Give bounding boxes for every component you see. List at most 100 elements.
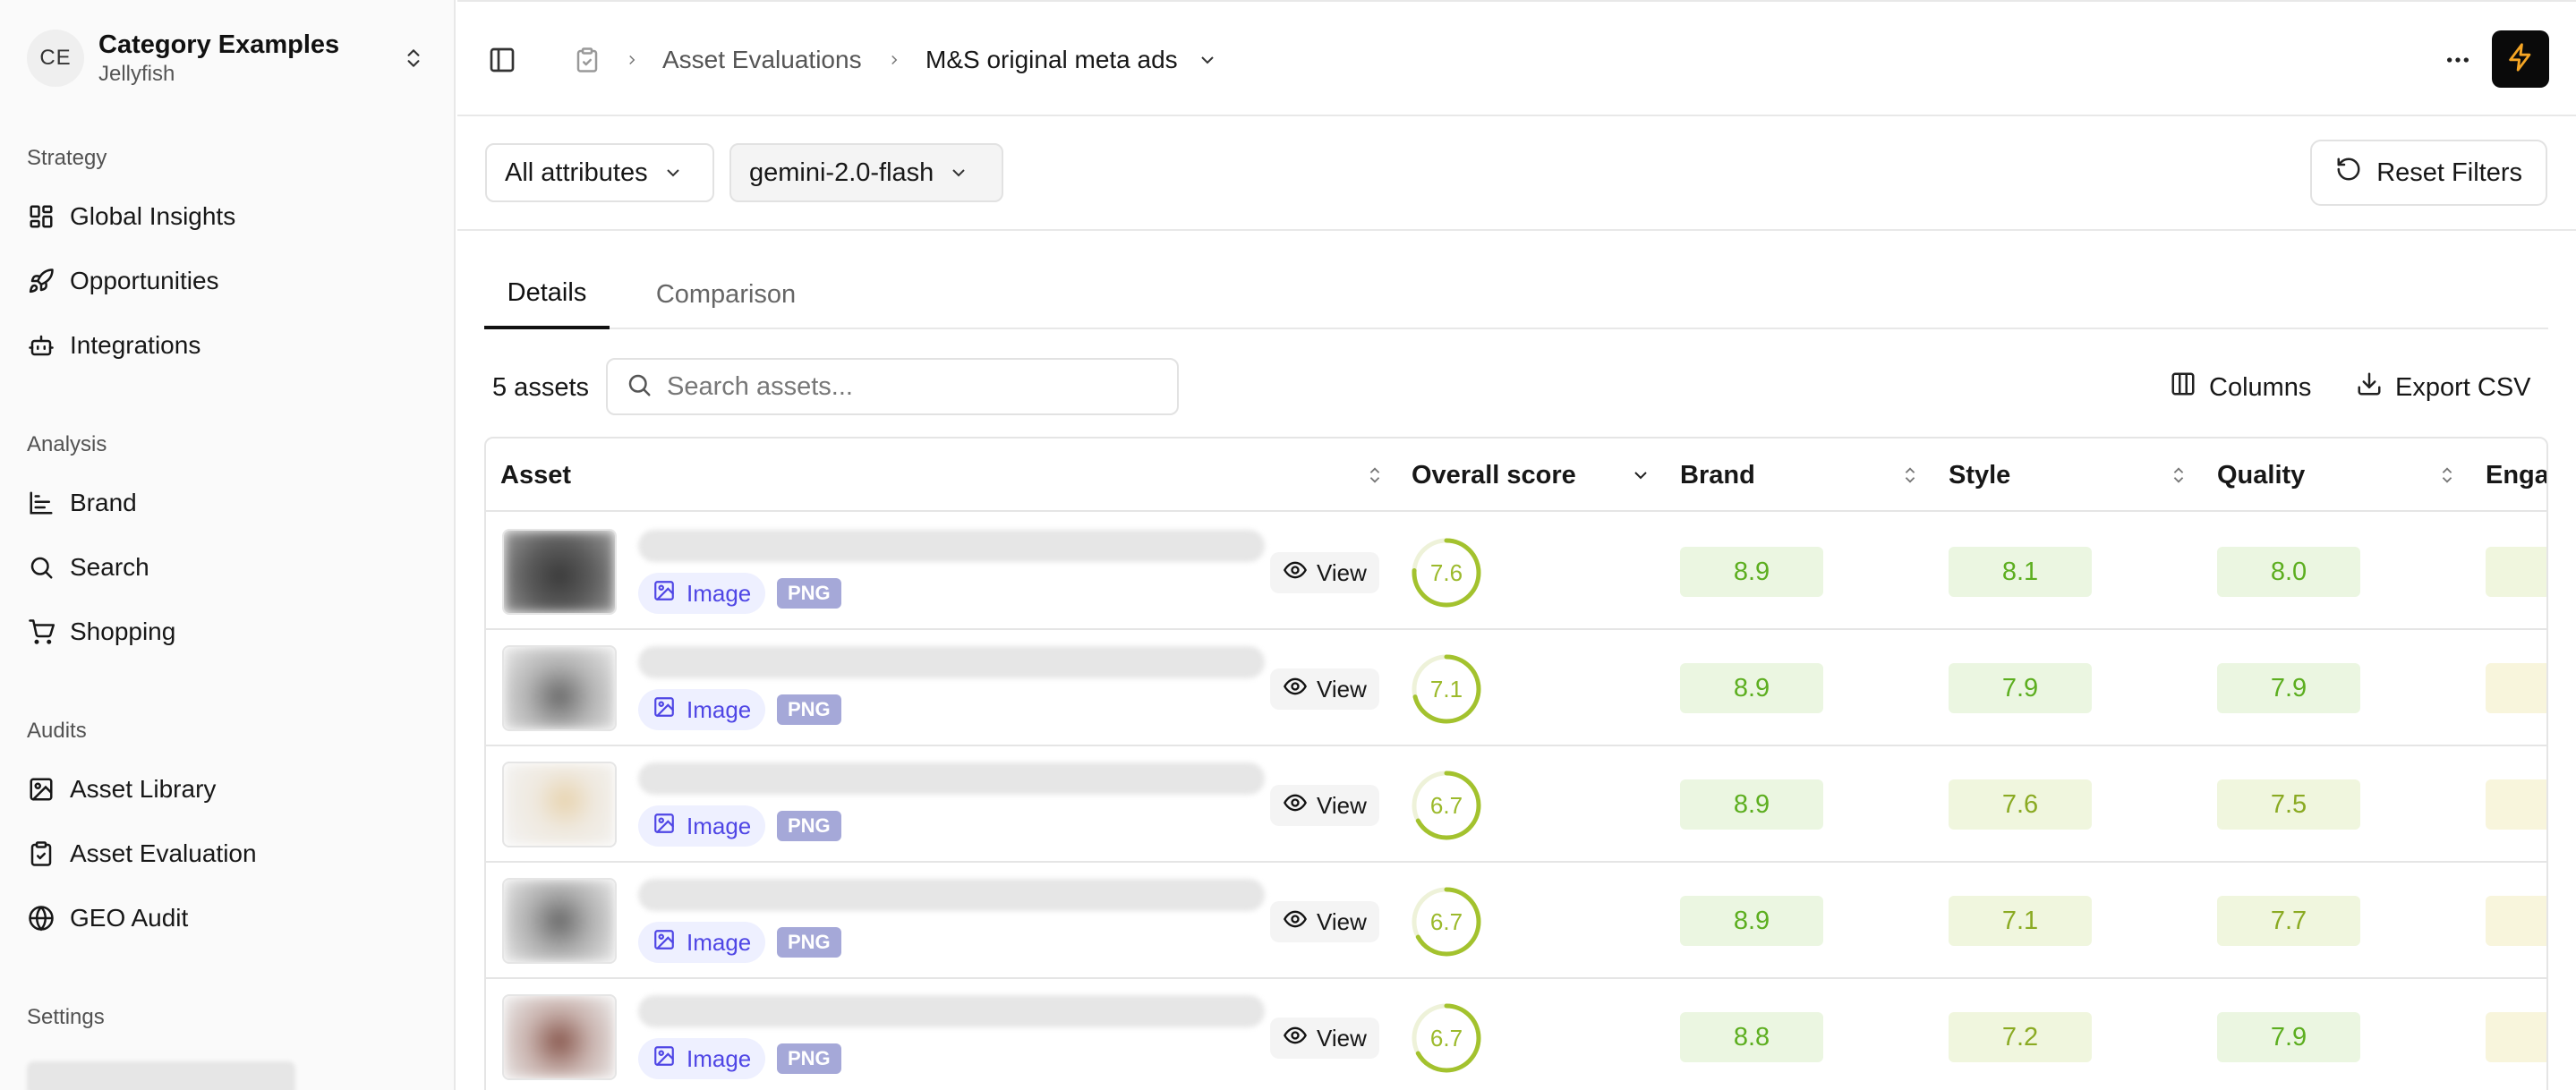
asset-name-redacted[interactable] xyxy=(638,646,1265,678)
attributes-dropdown-label: All attributes xyxy=(505,158,648,187)
overall-score-gauge: 6.7 xyxy=(1410,1001,1483,1075)
sidebar-item-search[interactable]: Search xyxy=(18,540,439,595)
sidebar-item-cutoff[interactable] xyxy=(27,1061,295,1090)
sidebar-item-asset-evaluation[interactable]: Asset Evaluation xyxy=(18,826,439,881)
sort-icon xyxy=(2169,464,2188,486)
sidebar-item-opportunities[interactable]: Opportunities xyxy=(18,253,439,309)
engagement-score: 6 xyxy=(2486,896,2546,946)
column-header-label: Brand xyxy=(1680,460,1755,490)
sidebar-item-global-insights[interactable]: Global Insights xyxy=(18,189,439,244)
assets-table: Asset Overall score Brand Style Quality … xyxy=(484,437,2548,1090)
model-dropdown[interactable]: gemini-2.0-flash xyxy=(729,143,1003,202)
chevron-down-icon xyxy=(1630,464,1651,486)
quality-score: 7.5 xyxy=(2217,779,2360,830)
search-box[interactable] xyxy=(606,358,1179,415)
view-button[interactable]: View xyxy=(1270,1018,1379,1059)
eye-icon xyxy=(1283,558,1308,589)
sidebar-item-geo-audit[interactable]: GEO Audit xyxy=(18,890,439,946)
column-header-style[interactable]: Style xyxy=(1949,439,2199,512)
overall-score-gauge: 7.1 xyxy=(1410,652,1483,726)
clipboard-check-icon xyxy=(27,839,55,868)
format-badge: PNG xyxy=(777,694,841,725)
column-header-brand[interactable]: Brand xyxy=(1680,439,1931,512)
asset-thumbnail[interactable] xyxy=(502,878,617,964)
column-header-label: Engag xyxy=(2486,460,2548,490)
overall-score-gauge: 6.7 xyxy=(1410,769,1483,842)
quality-score: 7.7 xyxy=(2217,896,2360,946)
asset-name-redacted[interactable] xyxy=(638,995,1265,1027)
search-input[interactable] xyxy=(667,371,1168,402)
column-header-quality[interactable]: Quality xyxy=(2217,439,2468,512)
sidebar-item-label: Search xyxy=(70,553,149,581)
sidebar-item-integrations[interactable]: Integrations xyxy=(18,318,439,373)
tab-bar: Details Comparison xyxy=(484,260,2548,329)
tab-details[interactable]: Details xyxy=(484,260,610,329)
asset-name-redacted[interactable] xyxy=(638,530,1265,562)
image-icon xyxy=(653,695,676,725)
view-button[interactable]: View xyxy=(1270,668,1379,710)
bolt-button[interactable] xyxy=(2492,30,2549,88)
tab-comparison[interactable]: Comparison xyxy=(636,260,815,329)
workspace-switcher[interactable]: CE Category Examples Jellyfish xyxy=(27,27,430,89)
image-icon xyxy=(653,579,676,609)
asset-name-redacted[interactable] xyxy=(638,762,1265,795)
table-row[interactable]: Image PNG View 7.1 8.9 7.9 7.9 6 xyxy=(486,630,2546,746)
eye-icon xyxy=(1283,790,1308,822)
view-button[interactable]: View xyxy=(1270,552,1379,593)
sidebar-item-label: Integrations xyxy=(70,331,201,359)
asset-count: 5 assets xyxy=(492,373,589,402)
column-header-asset[interactable]: Asset xyxy=(500,439,1395,512)
table-row[interactable]: Image PNG View 6.7 8.8 7.2 7.9 6 xyxy=(486,979,2546,1090)
breadcrumb-current[interactable]: M&S original meta ads xyxy=(925,44,1178,76)
attributes-dropdown[interactable]: All attributes xyxy=(485,143,714,202)
type-badge: Image xyxy=(638,922,766,963)
column-header-overall-score[interactable]: Overall score xyxy=(1412,439,1662,512)
quality-score: 7.9 xyxy=(2217,663,2360,713)
more-horizontal-icon[interactable] xyxy=(2438,42,2478,78)
breadcrumb-parent[interactable]: Asset Evaluations xyxy=(662,44,862,76)
asset-name-redacted[interactable] xyxy=(638,879,1265,911)
type-badge: Image xyxy=(638,1038,766,1079)
brand-score: 8.9 xyxy=(1680,779,1823,830)
asset-thumbnail[interactable] xyxy=(502,994,617,1080)
section-label-settings: Settings xyxy=(27,1005,105,1029)
quality-score: 7.9 xyxy=(2217,1012,2360,1062)
columns-button[interactable]: Columns xyxy=(2170,365,2311,410)
overall-score-value: 6.7 xyxy=(1429,791,1463,819)
chevrons-up-down-icon[interactable] xyxy=(397,42,430,74)
column-header-label: Overall score xyxy=(1412,460,1576,490)
table-row[interactable]: Image PNG View 6.7 8.9 7.6 7.5 6 xyxy=(486,746,2546,863)
export-csv-button[interactable]: Export CSV xyxy=(2356,365,2531,410)
sort-icon xyxy=(1900,464,1920,486)
section-label-analysis: Analysis xyxy=(27,432,107,456)
sidebar-item-shopping[interactable]: Shopping xyxy=(18,604,439,660)
sidebar-item-brand[interactable]: Brand xyxy=(18,475,439,531)
clipboard-check-icon[interactable] xyxy=(569,42,605,78)
table-row[interactable]: Image PNG View 6.7 8.9 7.1 7.7 6 xyxy=(486,863,2546,979)
top-bar: Asset Evaluations M&S original meta ads xyxy=(457,0,2576,116)
quality-score: 8.0 xyxy=(2217,547,2360,597)
sidebar-item-asset-library[interactable]: Asset Library xyxy=(18,762,439,817)
eye-icon xyxy=(1283,1023,1308,1054)
view-button[interactable]: View xyxy=(1270,901,1379,942)
columns-label: Columns xyxy=(2209,372,2312,402)
engagement-score: 6 xyxy=(2486,663,2546,713)
reset-filters-button[interactable]: Reset Filters xyxy=(2310,140,2547,206)
chevron-right-icon xyxy=(883,46,905,74)
table-row[interactable]: Image PNG View 7.6 8.9 8.1 8.0 7 xyxy=(486,514,2546,630)
style-score: 7.6 xyxy=(1949,779,2092,830)
column-header-engagement[interactable]: Engag xyxy=(2486,439,2548,512)
workspace-text: Category Examples Jellyfish xyxy=(98,29,397,88)
asset-thumbnail[interactable] xyxy=(502,529,617,615)
style-score: 7.1 xyxy=(1949,896,2092,946)
asset-thumbnail[interactable] xyxy=(502,762,617,847)
engagement-score: 6 xyxy=(2486,1012,2546,1062)
workspace-avatar: CE xyxy=(27,30,84,87)
chevron-down-icon[interactable] xyxy=(1197,46,1218,74)
sidebar-toggle-icon[interactable] xyxy=(484,42,520,78)
chevron-right-icon xyxy=(621,46,643,74)
view-button[interactable]: View xyxy=(1270,785,1379,826)
overall-score-value: 7.1 xyxy=(1429,675,1463,703)
asset-thumbnail[interactable] xyxy=(502,645,617,731)
bar-chart-icon xyxy=(27,489,55,517)
